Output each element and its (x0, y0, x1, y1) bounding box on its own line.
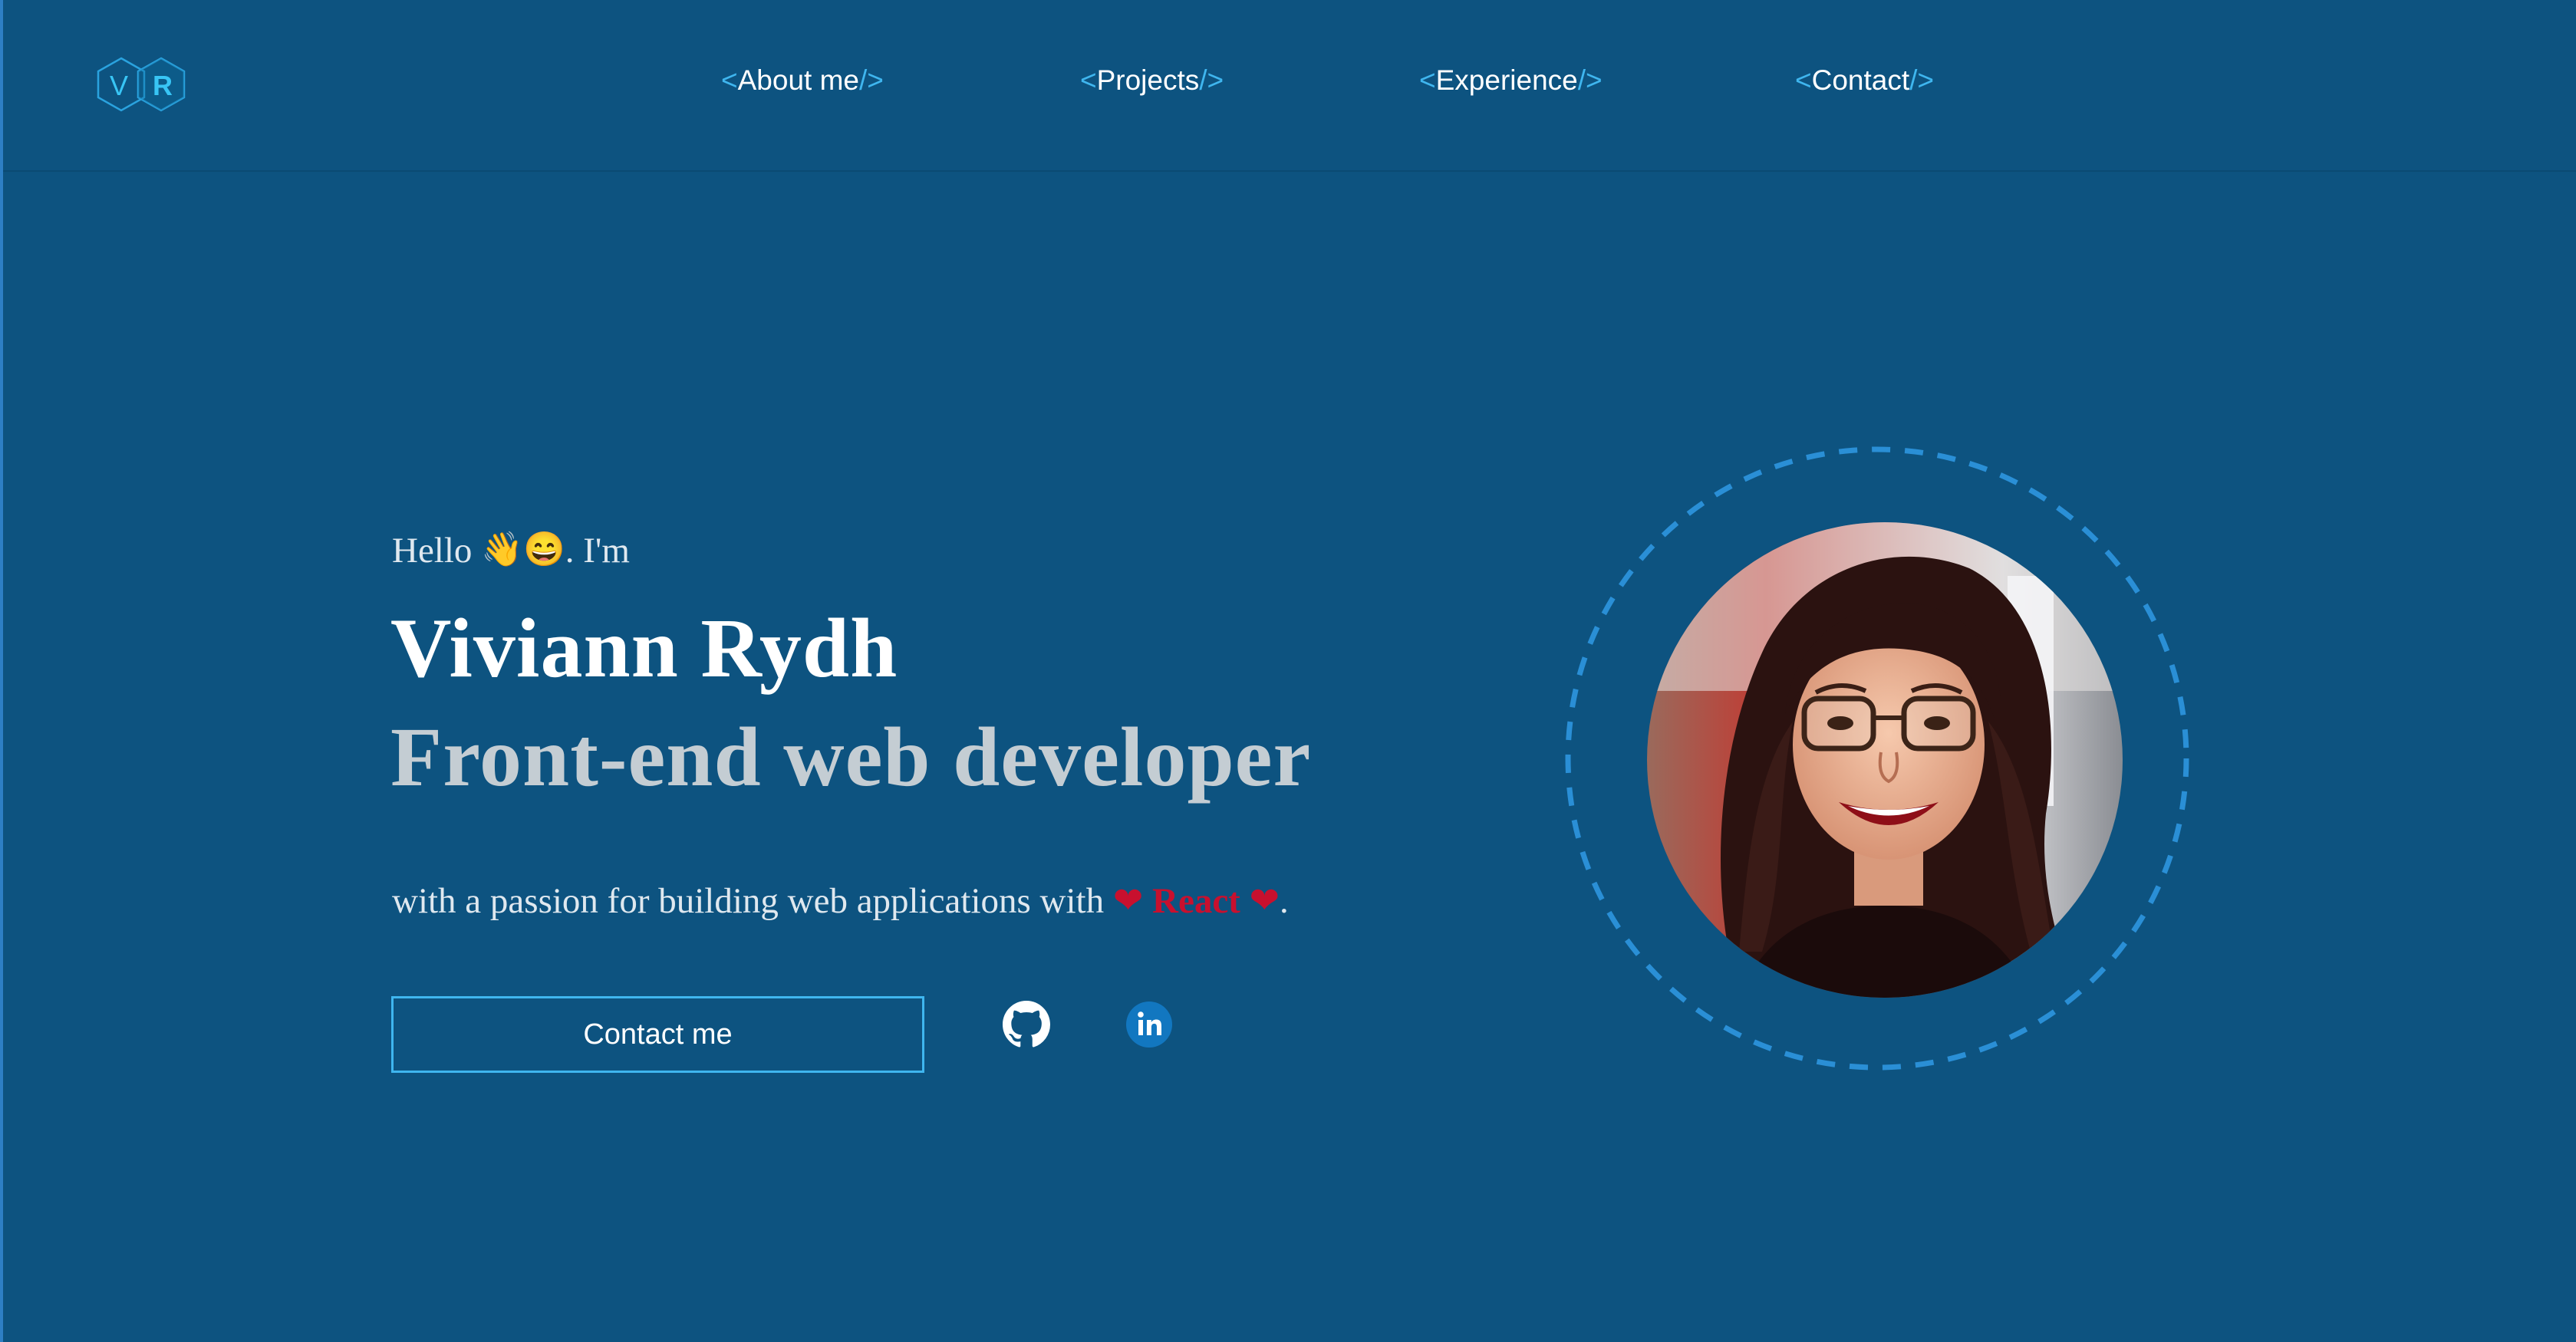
nav-label: Projects (1096, 64, 1200, 96)
tagline-highlight: React (1152, 881, 1240, 921)
nav-open-bracket: < (1795, 64, 1812, 96)
page: V R <About me/> <Projects/> <Experience/… (0, 0, 2576, 1342)
nav-link-contact[interactable]: <Contact/> (1795, 64, 1934, 97)
nav-link-projects[interactable]: <Projects/> (1080, 64, 1224, 97)
linkedin-icon[interactable] (1125, 1001, 1173, 1048)
hero-tagline: with a passion for building web applicat… (392, 880, 1289, 922)
greeting-prefix: Hello (392, 531, 473, 571)
nav-label: About me (737, 64, 859, 96)
nav-open-bracket: < (1080, 64, 1097, 96)
nav-close-bracket: /> (1199, 64, 1224, 96)
nav-label: Experience (1435, 64, 1578, 96)
greeting: Hello 👋😄. I'm (392, 529, 630, 571)
nav-close-bracket: /> (1909, 64, 1935, 96)
logo-letter-v: V (110, 70, 128, 101)
nav-open-bracket: < (1419, 64, 1436, 96)
navbar: V R <About me/> <Projects/> <Experience/… (3, 0, 2576, 172)
heart-icon: ❤ (1112, 881, 1144, 921)
heart-icon: ❤ (1249, 881, 1280, 921)
nav-close-bracket: /> (858, 64, 884, 96)
avatar-container (1565, 446, 2189, 1071)
profile-photo (1647, 522, 2123, 998)
tagline-suffix: . (1279, 881, 1289, 921)
avatar (1647, 522, 2123, 998)
nav-open-bracket: < (721, 64, 738, 96)
nav-label: Contact (1811, 64, 1910, 96)
logo-icon[interactable]: V R (94, 44, 193, 124)
waving-hand-icon: 👋 (481, 531, 523, 568)
hero-name: Viviann Rydh (390, 601, 898, 695)
hero-role: Front-end web developer (390, 710, 1312, 804)
greeting-suffix: . I'm (565, 531, 630, 571)
logo-letter-r: R (153, 70, 173, 101)
tagline-prefix: with a passion for building web applicat… (392, 881, 1105, 921)
nav-link-about[interactable]: <About me/> (721, 64, 884, 97)
nav-link-experience[interactable]: <Experience/> (1419, 64, 1603, 97)
github-icon[interactable] (1003, 1001, 1050, 1048)
smiling-face-icon: 😄 (522, 531, 565, 568)
contact-me-button[interactable]: Contact me (391, 996, 924, 1073)
nav-close-bracket: /> (1577, 64, 1603, 96)
